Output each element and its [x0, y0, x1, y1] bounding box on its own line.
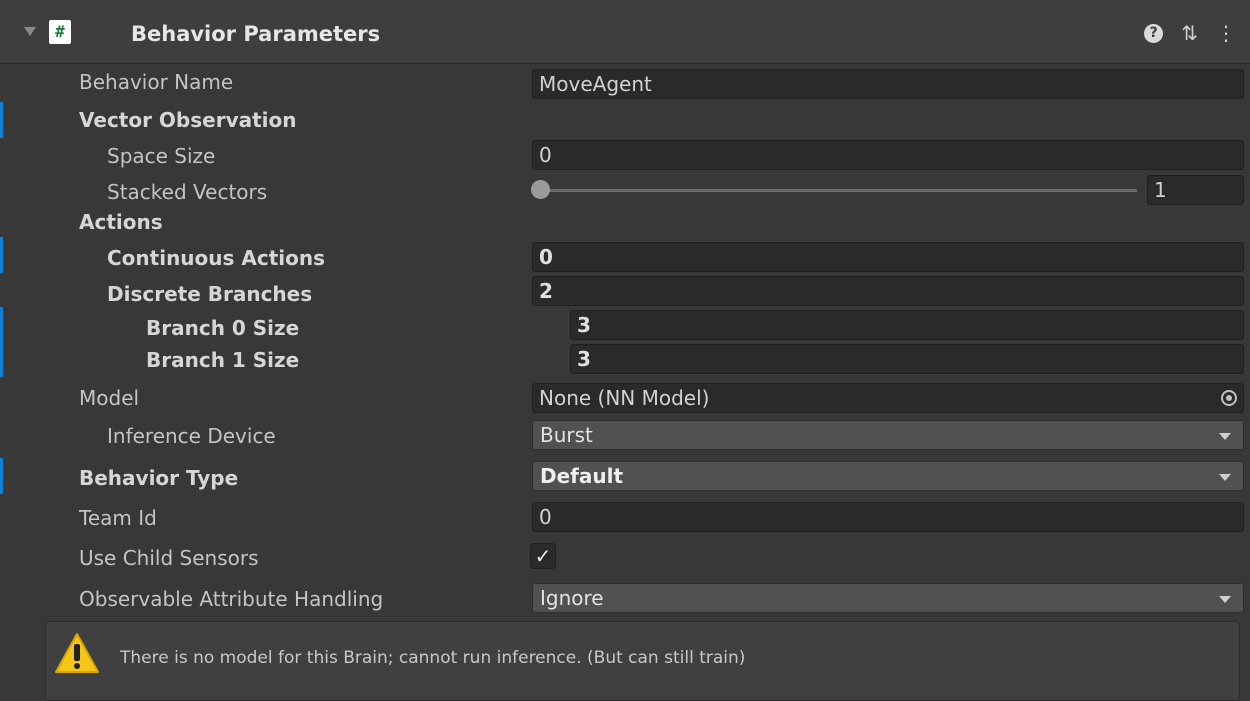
behavior-name-label: Behavior Name: [79, 70, 234, 94]
inference-device-label: Inference Device: [107, 424, 276, 448]
chevron-down-icon: [1219, 474, 1231, 481]
warning-helpbox: There is no model for this Brain; cannot…: [45, 621, 1240, 701]
override-mark: [0, 307, 3, 377]
header-icons: ? ⇅ ⋮: [1144, 20, 1236, 46]
vector-observation-label: Vector Observation: [79, 108, 297, 132]
override-mark: [0, 102, 3, 138]
inference-device-dropdown[interactable]: Burst: [532, 420, 1244, 450]
branch-0-size-label: Branch 0 Size: [146, 316, 300, 340]
stacked-vectors-input[interactable]: 1: [1147, 175, 1244, 205]
object-picker-icon[interactable]: [1221, 390, 1237, 406]
observable-attribute-handling-label: Observable Attribute Handling: [79, 587, 384, 611]
use-child-sensors-label: Use Child Sensors: [79, 546, 259, 570]
component-header[interactable]: # Behavior Parameters ? ⇅ ⋮: [0, 0, 1250, 64]
team-id-input[interactable]: 0: [532, 502, 1244, 532]
slider-thumb[interactable]: [531, 180, 550, 199]
model-object-field[interactable]: None (NN Model): [532, 383, 1244, 413]
discrete-branches-input[interactable]: 2: [532, 276, 1244, 306]
space-size-input[interactable]: 0: [532, 140, 1244, 170]
slider-track[interactable]: [540, 189, 1137, 192]
foldout-arrow-icon[interactable]: [24, 27, 36, 36]
override-mark: [0, 237, 3, 273]
behavior-type-label: Behavior Type: [79, 466, 239, 490]
override-mark: [0, 458, 3, 494]
hash-script-icon: #: [49, 20, 71, 44]
team-id-label: Team Id: [79, 506, 157, 530]
continuous-actions-input[interactable]: 0: [532, 242, 1244, 272]
behavior-name-input[interactable]: MoveAgent: [532, 69, 1244, 99]
actions-label: Actions: [79, 210, 163, 234]
presets-icon[interactable]: ⇅: [1181, 23, 1198, 43]
chevron-down-icon: [1219, 433, 1231, 440]
behavior-type-dropdown[interactable]: Default: [532, 461, 1244, 491]
discrete-branches-label: Discrete Branches: [107, 282, 313, 306]
warning-text: There is no model for this Brain; cannot…: [120, 648, 746, 668]
component-title: Behavior Parameters: [131, 22, 381, 46]
branch-1-size-input[interactable]: 3: [570, 344, 1244, 374]
behavior-type-value: Default: [540, 464, 624, 488]
inference-device-value: Burst: [540, 423, 593, 447]
stacked-vectors-slider[interactable]: 1: [0, 175, 1250, 205]
chevron-down-icon: [1219, 596, 1231, 603]
branch-0-size-input[interactable]: 3: [570, 310, 1244, 340]
kebab-menu-icon[interactable]: ⋮: [1216, 23, 1236, 43]
model-label: Model: [79, 386, 140, 410]
help-icon[interactable]: ?: [1144, 23, 1164, 43]
observable-attribute-handling-value: Ignore: [540, 586, 604, 610]
observable-attribute-handling-dropdown[interactable]: Ignore: [532, 583, 1244, 613]
space-size-label: Space Size: [107, 144, 216, 168]
model-value: None (NN Model): [539, 386, 710, 410]
warning-icon: [55, 633, 99, 673]
use-child-sensors-checkbox[interactable]: ✓: [530, 543, 556, 569]
branch-1-size-label: Branch 1 Size: [146, 348, 300, 372]
continuous-actions-label: Continuous Actions: [107, 246, 326, 270]
